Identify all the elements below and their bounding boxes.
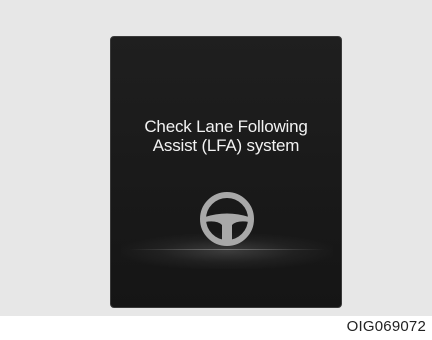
figure-code: OIG069072 — [346, 318, 426, 335]
warning-message: Check Lane Following Assist (LFA) system — [111, 117, 341, 155]
cluster-display: Check Lane Following Assist (LFA) system — [110, 36, 342, 308]
warning-message-line-1: Check Lane Following — [144, 117, 308, 136]
floor-line — [129, 249, 325, 250]
warning-message-line-2: Assist (LFA) system — [152, 136, 300, 155]
steering-wheel-icon — [200, 192, 254, 246]
